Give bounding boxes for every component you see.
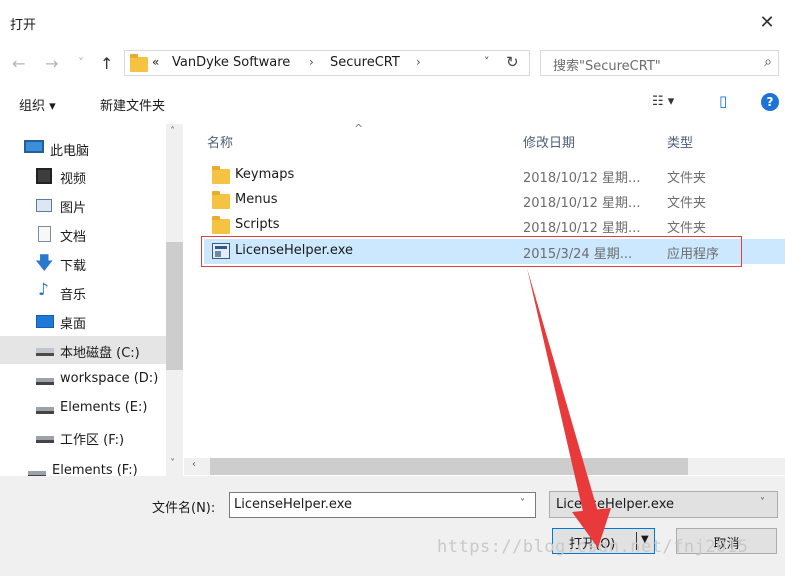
dialog-title: 打开 <box>10 18 37 33</box>
highlight-box <box>201 236 742 267</box>
forward-arrow-icon[interactable]: → <box>45 54 58 73</box>
scrollbar-thumb[interactable] <box>210 458 688 475</box>
file-name: Scripts <box>235 217 280 232</box>
sidebar-item-elements-f[interactable]: Elements (F:) <box>0 460 166 476</box>
column-header-name[interactable]: 名称 <box>207 132 233 151</box>
sidebar-item-label: 下载 <box>60 259 87 274</box>
address-bar[interactable]: « VanDyke Software › SecureCRT › ˅ ↻ <box>124 50 530 76</box>
breadcrumb-securecrt[interactable]: SecureCRT <box>330 55 400 70</box>
help-icon[interactable]: ? <box>761 93 779 111</box>
computer-icon <box>24 140 44 153</box>
search-icon[interactable]: ⌕ <box>764 54 772 70</box>
sidebar-scrollbar[interactable]: ˄ ˅ <box>166 124 183 476</box>
drive-icon <box>36 436 54 443</box>
documents-icon <box>38 226 51 242</box>
filename-field[interactable]: LicenseHelper.exe ˅ <box>229 492 536 518</box>
download-icon: 🡇 <box>35 253 54 274</box>
pictures-icon <box>36 199 52 212</box>
sidebar-item-music[interactable]: ♪ 音乐 <box>0 278 166 306</box>
breadcrumb-vandyke[interactable]: VanDyke Software <box>172 55 290 70</box>
breadcrumb-overflow[interactable]: « <box>152 55 159 69</box>
preview-pane-icon[interactable]: ▯ <box>719 92 727 110</box>
sidebar-item-label: Elements (F:) <box>52 463 138 476</box>
open-file-dialog: 打开 ✕ ← → ˅ ↑ « VanDyke Software › Secure… <box>0 0 785 576</box>
file-type-select[interactable]: LicenseHelper.exe ˅ <box>549 491 778 518</box>
folder-icon <box>212 191 230 209</box>
close-icon[interactable]: ✕ <box>749 8 785 38</box>
column-header-type[interactable]: 类型 <box>667 132 693 151</box>
chevron-down-icon[interactable]: ˅ <box>760 497 765 508</box>
watermark: https://blog.csdn.net/fnj2015 <box>437 537 749 557</box>
horizontal-scrollbar[interactable]: ‹ <box>184 458 785 475</box>
file-date: 2018/10/12 星期... <box>523 221 641 236</box>
up-arrow-icon[interactable]: ↑ <box>100 54 113 73</box>
sidebar-item-label: Elements (E:) <box>60 400 148 415</box>
file-name: Menus <box>235 192 278 207</box>
sidebar-item-pictures[interactable]: 图片 <box>0 191 166 219</box>
file-row-scripts[interactable]: Scripts 2018/10/12 星期... 文件夹 <box>204 213 785 238</box>
sidebar-item-workspace-d[interactable]: workspace (D:) <box>0 365 166 393</box>
folder-icon <box>130 54 148 72</box>
sidebar-item-label: 桌面 <box>60 317 87 332</box>
sidebar-item-label: 工作区 (F:) <box>60 433 125 448</box>
sidebar-item-desktop[interactable]: 桌面 <box>0 307 166 335</box>
scroll-down-icon[interactable]: ˅ <box>170 458 175 469</box>
search-input[interactable]: 搜索"SecureCRT" ⌕ <box>540 50 779 76</box>
file-type: 文件夹 <box>667 196 707 211</box>
scroll-up-icon[interactable]: ˄ <box>170 126 175 137</box>
scroll-left-icon[interactable]: ‹ <box>192 459 196 470</box>
file-date: 2018/10/12 星期... <box>523 171 641 186</box>
sidebar-item-documents[interactable]: 文档 <box>0 220 166 248</box>
sidebar-item-label: 本地磁盘 (C:) <box>60 346 140 361</box>
sidebar-item-label: workspace (D:) <box>60 371 159 386</box>
refresh-icon[interactable]: ↻ <box>506 53 519 71</box>
sidebar-item-this-pc[interactable]: 此电脑 <box>0 132 166 160</box>
breadcrumb-separator[interactable]: › <box>309 55 314 69</box>
drive-icon <box>36 407 54 414</box>
sidebar-item-local-disk-c[interactable]: 本地磁盘 (C:) <box>0 336 166 364</box>
navigation-pane: 此电脑 视频 图片 文档 🡇 下载 ♪ 音乐 桌面 本地磁盘 (C:) work… <box>0 124 183 476</box>
sidebar-item-label: 文档 <box>60 230 87 245</box>
column-header-date[interactable]: 修改日期 <box>523 132 575 151</box>
file-type-value: LicenseHelper.exe <box>556 497 674 512</box>
video-icon <box>36 168 52 184</box>
local-disk-icon <box>36 348 54 356</box>
view-options-icon[interactable]: ☷ ▾ <box>652 94 674 109</box>
sidebar-item-videos[interactable]: 视频 <box>0 162 166 190</box>
recent-locations-icon[interactable]: ˅ <box>78 56 84 70</box>
address-dropdown-icon[interactable]: ˅ <box>484 55 490 68</box>
command-bar: 组织 ▾ 新建文件夹 ☷ ▾ ▯ <box>0 86 785 122</box>
filename-value: LicenseHelper.exe <box>234 497 352 512</box>
file-type: 文件夹 <box>667 171 707 186</box>
file-date: 2018/10/12 星期... <box>523 196 641 211</box>
desktop-icon <box>36 315 54 328</box>
title-bar: 打开 ✕ <box>0 0 785 44</box>
breadcrumb-separator[interactable]: › <box>416 55 421 69</box>
drive-icon <box>36 378 54 385</box>
sidebar-item-downloads[interactable]: 🡇 下载 <box>0 249 166 277</box>
sidebar-item-label: 图片 <box>60 201 87 216</box>
back-arrow-icon[interactable]: ← <box>12 54 25 73</box>
sidebar-item-label: 视频 <box>60 172 87 187</box>
folder-icon <box>212 216 230 234</box>
new-folder-button[interactable]: 新建文件夹 <box>100 95 165 114</box>
sidebar-item-label: 音乐 <box>60 288 87 303</box>
file-row-menus[interactable]: Menus 2018/10/12 星期... 文件夹 <box>204 188 785 213</box>
file-name: Keymaps <box>235 167 295 182</box>
search-placeholder: 搜索"SecureCRT" <box>553 59 661 74</box>
scrollbar-thumb[interactable] <box>166 242 183 370</box>
sidebar-item-workarea-f[interactable]: 工作区 (F:) <box>0 423 166 451</box>
chevron-down-icon[interactable]: ˅ <box>520 498 525 509</box>
sidebar-item-elements-e[interactable]: Elements (E:) <box>0 394 166 422</box>
file-list: ^ 名称 修改日期 类型 Keymaps 2018/10/12 星期... 文件… <box>184 122 785 476</box>
sidebar-item-label: 此电脑 <box>50 144 90 159</box>
sort-ascending-icon: ^ <box>354 122 364 135</box>
organize-menu[interactable]: 组织 ▾ <box>19 95 56 114</box>
music-icon: ♪ <box>38 280 49 300</box>
file-type: 文件夹 <box>667 221 707 236</box>
filename-label: 文件名(N): <box>152 501 216 516</box>
folder-icon <box>212 166 230 184</box>
file-row-keymaps[interactable]: Keymaps 2018/10/12 星期... 文件夹 <box>204 163 785 188</box>
